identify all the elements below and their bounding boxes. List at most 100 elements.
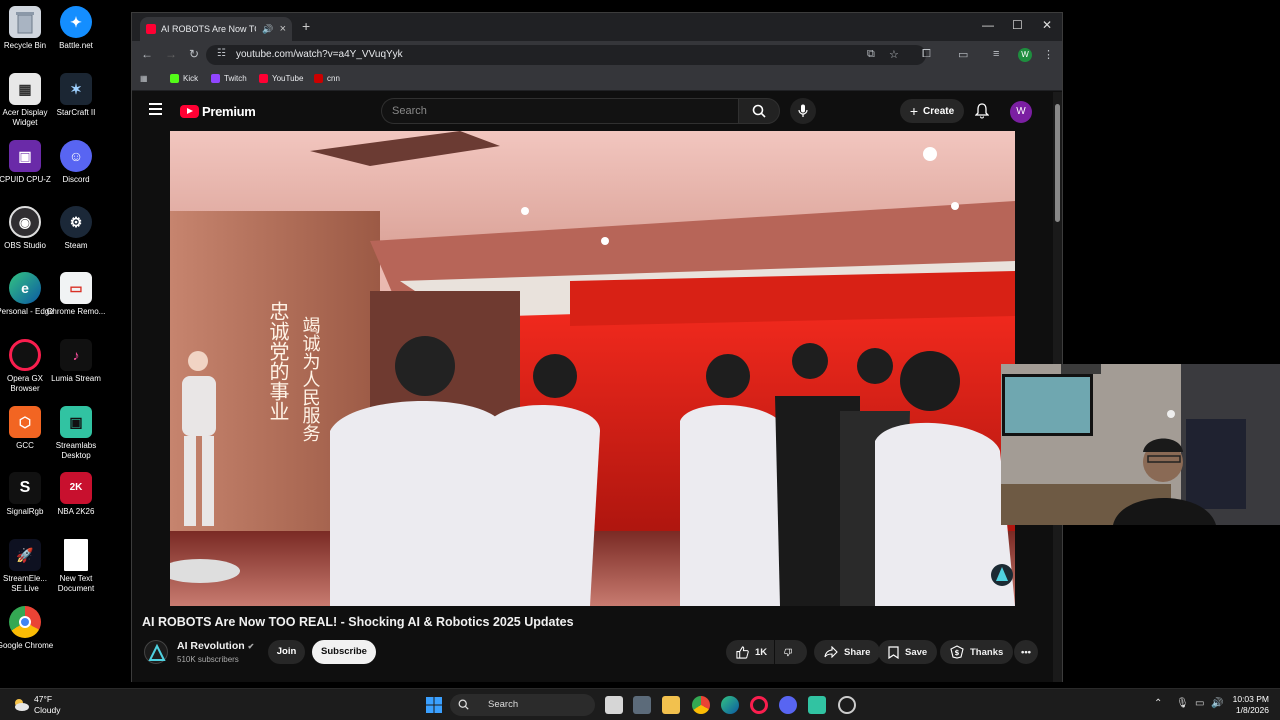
menu-kebab-icon[interactable]: ⋮	[1043, 48, 1054, 61]
apps-grid-icon[interactable]: ▦	[140, 74, 148, 83]
minimize-button[interactable]: —	[982, 18, 994, 32]
widgets-icon[interactable]	[633, 696, 651, 714]
more-horizontal-icon: •••	[1021, 646, 1031, 658]
chrome-taskbar-icon[interactable]	[692, 696, 710, 714]
tab-close-icon[interactable]: ×	[280, 23, 286, 35]
share-button[interactable]: Share	[814, 640, 881, 664]
desktop-icon-lumia[interactable]: ♪ Lumia Stream	[46, 339, 106, 384]
microphone-tray-icon[interactable]: 🎙	[1176, 698, 1189, 709]
site-info-icon[interactable]: ☷	[217, 48, 226, 59]
more-actions-button[interactable]: •••	[1014, 640, 1038, 664]
channel-name[interactable]: AI Revolution ✔	[177, 640, 254, 652]
dislike-button[interactable]	[775, 640, 807, 664]
bookmarks-bar: ▦ Kick Twitch YouTube cnn	[132, 69, 1062, 91]
weather-description[interactable]: Cloudy	[34, 705, 60, 715]
chrome-icon	[9, 606, 41, 638]
obs-icon: ◉	[9, 206, 41, 238]
desktop-icon-text-document[interactable]: New Text Document	[46, 539, 106, 594]
thanks-button[interactable]: $ Thanks	[940, 640, 1014, 664]
starcraft-icon: ✶	[60, 73, 92, 105]
obs-taskbar-icon[interactable]	[838, 696, 856, 714]
edge-taskbar-icon[interactable]	[721, 696, 739, 714]
browser-window: AI ROBOTS Are Now TOO REAL! 🔊 × + — ☐ ✕ …	[131, 12, 1063, 682]
bookmark-twitch[interactable]: Twitch	[211, 74, 247, 83]
tray-overflow-chevron-icon[interactable]: ⌃	[1154, 698, 1162, 709]
task-view-icon[interactable]	[605, 696, 623, 714]
streamlabs-taskbar-icon[interactable]	[808, 696, 826, 714]
verified-check-icon: ✔	[247, 642, 255, 651]
nba2k-icon: 2K	[60, 472, 92, 504]
desktop-icon-chrome-remote[interactable]: ▭ Chrome Remo...	[46, 272, 106, 317]
search-input[interactable]: Search	[381, 98, 738, 124]
join-button[interactable]: Join	[268, 640, 305, 664]
desktop-icon-chrome[interactable]: Google Chrome	[0, 606, 55, 651]
thanks-dollar-icon: $	[950, 645, 964, 659]
bookmark-star-icon[interactable]: ☆	[889, 48, 899, 61]
side-panel-icon[interactable]: ▭	[958, 48, 968, 61]
bookmark-kick[interactable]: Kick	[170, 74, 198, 83]
install-app-icon[interactable]: ⧉	[867, 48, 875, 61]
opera-gx-taskbar-icon[interactable]	[750, 696, 768, 714]
channel-avatar[interactable]	[144, 640, 168, 664]
search-icon	[752, 104, 766, 118]
desktop-icon-discord[interactable]: ☺ Discord	[46, 140, 106, 185]
ai-revolution-watermark-icon	[991, 564, 1013, 586]
desktop-icon-streamlabs[interactable]: ▣ Streamlabs Desktop	[46, 406, 106, 461]
maximize-button[interactable]: ☐	[1012, 18, 1023, 32]
youtube-premium-logo[interactable]: Premium	[180, 104, 256, 119]
cpuz-icon: ▣	[9, 140, 41, 172]
account-avatar[interactable]: W	[1010, 101, 1032, 123]
back-button[interactable]: ←	[141, 47, 153, 61]
start-button[interactable]	[425, 696, 443, 714]
subscribe-button[interactable]: Subscribe	[312, 640, 376, 664]
subscriber-count: 510K subscribers	[177, 655, 239, 664]
search-icon	[458, 699, 469, 710]
hamburger-menu-icon[interactable]	[149, 103, 162, 118]
bookmark-cnn[interactable]: cnn	[314, 74, 340, 83]
save-button[interactable]: Save	[878, 640, 938, 664]
chrome-remote-icon: ▭	[60, 272, 92, 304]
voice-search-button[interactable]	[790, 98, 816, 124]
close-window-button[interactable]: ✕	[1042, 18, 1052, 32]
forward-button[interactable]: →	[165, 47, 177, 61]
discord-taskbar-icon[interactable]	[779, 696, 797, 714]
file-explorer-icon[interactable]	[662, 696, 680, 714]
system-clock[interactable]: 10:03 PM 1/8/2026	[1221, 694, 1269, 716]
taskbar-search[interactable]: Search	[450, 694, 595, 716]
lumia-icon: ♪	[60, 339, 92, 371]
new-tab-button[interactable]: +	[302, 18, 310, 34]
reload-button[interactable]: ↻	[189, 47, 199, 61]
battlenet-icon: ✦	[60, 6, 92, 38]
media-control-icon[interactable]: ≡	[993, 48, 999, 60]
like-button[interactable]: 1K	[726, 640, 774, 664]
svg-text:$: $	[955, 649, 960, 657]
speaker-icon[interactable]: 🔊	[262, 24, 273, 35]
bookmark-save-icon	[888, 645, 899, 659]
desktop-icon-starcraft[interactable]: ✶ StarCraft II	[46, 73, 106, 118]
create-button[interactable]: + Create	[900, 99, 964, 123]
scrollbar-thumb[interactable]	[1055, 104, 1060, 222]
acer-icon: ▦	[9, 73, 41, 105]
network-tray-icon[interactable]: ▭	[1195, 698, 1204, 709]
notifications-bell-icon[interactable]	[974, 103, 990, 124]
signalrgb-icon: S	[9, 472, 41, 504]
extensions-icon[interactable]: ⧠	[922, 48, 931, 61]
twitch-icon	[211, 74, 220, 83]
video-sign-right: 竭诚为人民服务	[300, 316, 321, 442]
address-bar[interactable]: ☷ youtube.com/watch?v=a4Y_VVuqYyk	[206, 45, 926, 65]
gcc-icon: ⬡	[9, 406, 41, 438]
weather-temperature[interactable]: 47°F	[34, 694, 52, 704]
bookmark-youtube[interactable]: YouTube	[259, 74, 303, 83]
weather-cloudy-icon[interactable]	[12, 695, 30, 713]
browser-profile-avatar[interactable]: W	[1018, 48, 1032, 62]
search-button[interactable]	[738, 98, 780, 124]
desktop-icon-steam[interactable]: ⚙ Steam	[46, 206, 106, 251]
desktop-icon-nba2k[interactable]: 2K NBA 2K26	[46, 472, 106, 517]
tab-youtube[interactable]: AI ROBOTS Are Now TOO REAL! 🔊 ×	[140, 17, 292, 41]
video-player[interactable]: 忠诚党的事业 竭诚为人民服务	[170, 131, 1015, 606]
microphone-icon	[798, 104, 808, 117]
desktop-icon-battlenet[interactable]: ✦ Battle.net	[46, 6, 106, 51]
thumbs-down-icon	[784, 648, 792, 656]
streamelements-icon: 🚀	[9, 539, 41, 571]
recycle-bin-icon	[9, 6, 41, 38]
